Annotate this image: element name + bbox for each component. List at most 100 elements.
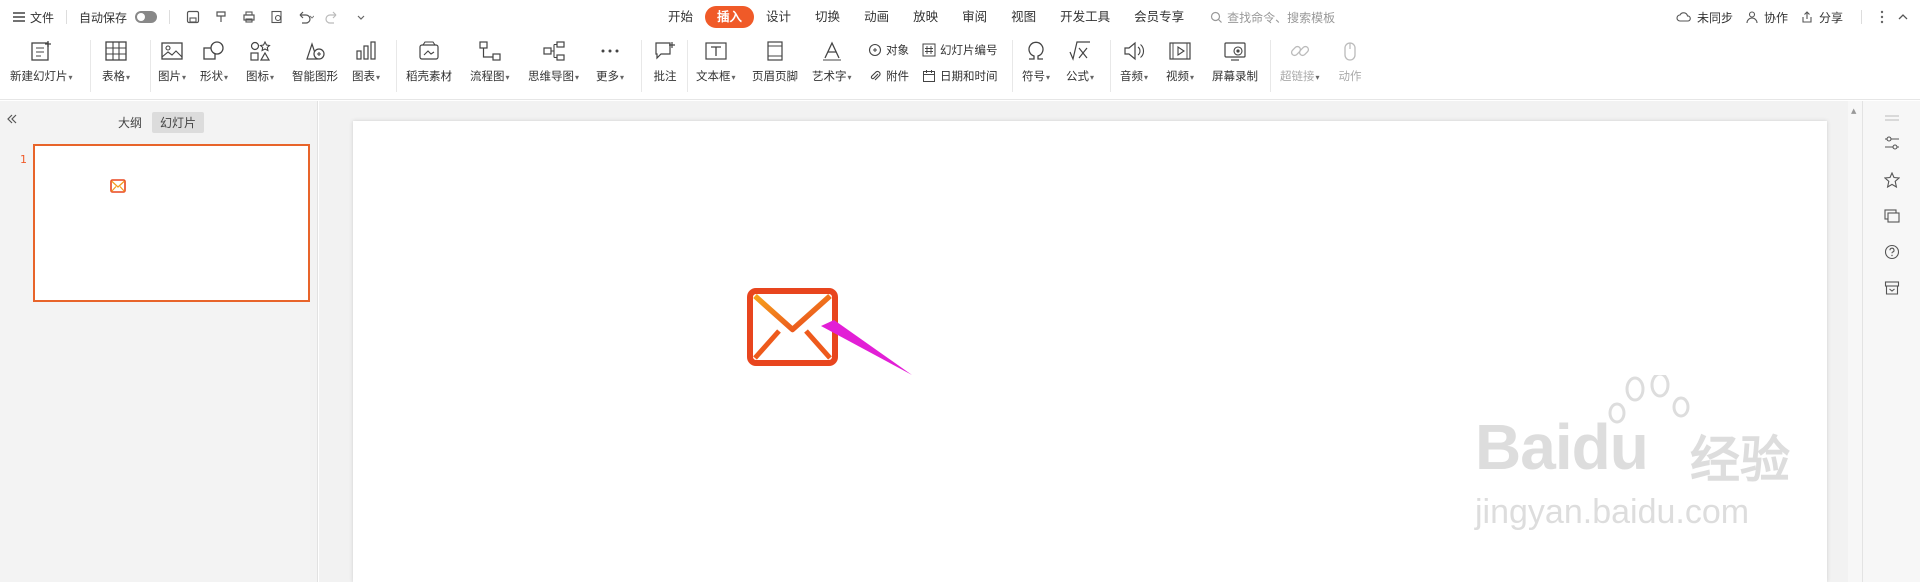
action-button[interactable]: 动作 <box>1336 36 1364 84</box>
new-slide-button[interactable]: 新建幻灯片▾ <box>10 36 73 84</box>
double-chevron-left-icon <box>7 114 17 124</box>
shell-material-button[interactable]: 稻壳素材 <box>406 36 452 84</box>
shape-icon <box>200 36 228 66</box>
slide-number-button[interactable]: 幻灯片编号 <box>922 42 998 58</box>
table-label: 表格 <box>102 69 125 83</box>
paperclip-icon <box>870 70 881 81</box>
picture-button[interactable]: 图片▾ <box>158 36 186 84</box>
mindmap-label: 思维导图 <box>528 69 574 83</box>
tab-animations[interactable]: 动画 <box>852 6 901 28</box>
flowchart-button[interactable]: 流程图▾ <box>470 36 510 84</box>
tab-insert[interactable]: 插入 <box>705 6 755 28</box>
video-label: 视频 <box>1166 69 1189 83</box>
hyperlink-button[interactable]: 超链接▾ <box>1280 36 1320 84</box>
screen-record-button[interactable]: 屏幕录制 <box>1212 36 1258 84</box>
formula-button[interactable]: 公式▾ <box>1066 36 1094 84</box>
shape-button[interactable]: 形状▾ <box>200 36 228 84</box>
more-menu-button[interactable] <box>1880 10 1885 24</box>
sync-status[interactable]: 未同步 <box>1676 9 1733 26</box>
more-button[interactable]: 更多▾ <box>596 36 624 84</box>
undo-button[interactable] <box>294 6 316 28</box>
audio-label: 音频 <box>1120 69 1143 83</box>
icon-button[interactable]: 图标▾ <box>246 36 274 84</box>
tab-review[interactable]: 审阅 <box>950 6 999 28</box>
tab-member[interactable]: 会员专享 <box>1122 6 1196 28</box>
tab-home[interactable]: 开始 <box>656 6 705 28</box>
mindmap-button[interactable]: 思维导图▾ <box>528 36 579 84</box>
picture-icon <box>158 36 186 66</box>
collab-label: 协作 <box>1763 10 1788 25</box>
textbox-button[interactable]: 文本框▾ <box>696 36 736 84</box>
table-icon <box>102 36 130 66</box>
symbol-button[interactable]: 符号▾ <box>1022 36 1050 84</box>
autosave-toggle[interactable]: 自动保存 <box>79 9 158 26</box>
more-label: 更多 <box>596 69 619 83</box>
tab-view[interactable]: 视图 <box>999 6 1048 28</box>
print-preview-button[interactable] <box>266 6 288 28</box>
header-footer-label: 页眉页脚 <box>752 69 798 83</box>
redo-button[interactable] <box>322 6 344 28</box>
tab-slides[interactable]: 幻灯片 <box>152 112 205 133</box>
slide-editor: ▲ <box>319 101 1862 582</box>
file-menu[interactable]: 文件 <box>12 9 54 26</box>
comment-button[interactable]: 批注 <box>651 36 679 84</box>
vertical-scrollbar[interactable]: ▲ <box>1848 101 1862 582</box>
chart-label: 图表 <box>352 69 375 83</box>
divider <box>1110 40 1111 92</box>
save-button[interactable] <box>182 6 204 28</box>
tab-transitions[interactable]: 切换 <box>803 6 852 28</box>
preview-icon <box>271 10 282 24</box>
properties-button[interactable] <box>1883 134 1901 152</box>
pane-grip <box>1883 109 1901 127</box>
print-button[interactable] <box>238 6 260 28</box>
omega-icon <box>1022 36 1050 66</box>
format-painter-button[interactable] <box>210 6 232 28</box>
date-time-button[interactable]: 日期和时间 <box>922 68 998 84</box>
object-button[interactable]: 对象 <box>868 42 909 58</box>
textbox-label: 文本框 <box>696 69 731 83</box>
attachment-button[interactable]: 附件 <box>868 68 909 84</box>
attachment-label: 附件 <box>886 69 909 83</box>
divider <box>396 40 397 92</box>
tab-design[interactable]: 设计 <box>754 6 803 28</box>
mouse-icon <box>1336 36 1364 66</box>
grip-icon <box>1885 115 1899 121</box>
help-button[interactable] <box>1883 243 1901 261</box>
slide-switch-button[interactable] <box>1883 207 1901 225</box>
collapse-panel-button[interactable] <box>6 113 18 128</box>
video-button[interactable]: 视频▾ <box>1166 36 1194 84</box>
tab-developer[interactable]: 开发工具 <box>1048 6 1122 28</box>
tab-slideshow[interactable]: 放映 <box>901 6 950 28</box>
backup-button[interactable] <box>1883 279 1901 297</box>
video-icon <box>1166 36 1194 66</box>
formula-icon <box>1066 36 1094 66</box>
search-icon <box>1211 11 1223 23</box>
wordart-button[interactable]: 艺术字▾ <box>812 36 852 84</box>
share-label: 分享 <box>1818 10 1843 25</box>
chevron-down-icon <box>357 15 365 20</box>
chart-button[interactable]: 图表▾ <box>352 36 380 84</box>
animation-pane-button[interactable] <box>1883 171 1901 189</box>
smartart-button[interactable]: 智能图形 <box>292 36 338 84</box>
share-button[interactable]: 分享 <box>1800 9 1843 26</box>
scroll-up-icon[interactable]: ▲ <box>1851 107 1856 115</box>
smartart-icon <box>301 36 329 66</box>
customize-toolbar-button[interactable] <box>350 6 372 28</box>
picture-label: 图片 <box>158 69 181 83</box>
slide-thumbnail[interactable] <box>33 144 310 302</box>
screen-record-icon <box>1221 36 1249 66</box>
audio-button[interactable]: 音频▾ <box>1120 36 1148 84</box>
mindmap-icon <box>540 36 568 66</box>
slide-canvas[interactable] <box>353 121 1827 582</box>
collapse-ribbon-button[interactable] <box>1897 12 1910 22</box>
table-button[interactable]: 表格▾ <box>102 36 130 84</box>
insert-ribbon: 新建幻灯片▾ 表格▾ 图片▾ 形状▾ 图标▾ 智能图形 图表▾ 稻壳素材 流程图… <box>0 34 1920 100</box>
date-time-label: 日期和时间 <box>940 69 998 83</box>
chart-icon <box>352 36 380 66</box>
tab-outline[interactable]: 大纲 <box>110 112 150 133</box>
mail-icon[interactable] <box>747 288 917 388</box>
redo-icon <box>325 11 337 24</box>
command-search[interactable]: 查找命令、搜索模板 <box>1210 9 1335 26</box>
header-footer-button[interactable]: 页眉页脚 <box>752 36 798 84</box>
collaborate-button[interactable]: 协作 <box>1745 9 1788 26</box>
